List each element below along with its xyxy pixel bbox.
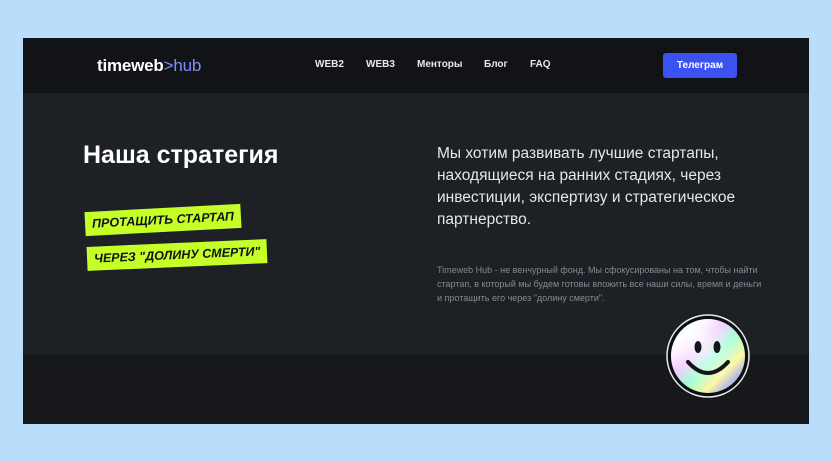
lead-text: Мы хотим развивать лучшие стартапы, нахо… — [437, 145, 736, 228]
page-title: Наша стратегия — [83, 141, 279, 169]
logo-secondary: hub — [173, 56, 202, 75]
logo-separator: > — [163, 56, 174, 75]
logo[interactable]: timeweb>hub — [97, 56, 201, 76]
nav-link-web2[interactable]: WEB2 — [315, 59, 344, 70]
strategy-tag-2: ЧЕРЕЗ "ДОЛИНУ СМЕРТИ" — [86, 239, 268, 271]
description-text: Timeweb Hub - не венчурный фонд. Мы сфок… — [437, 265, 762, 303]
holographic-smiley-icon — [666, 314, 750, 398]
logo-primary: timeweb — [97, 56, 164, 75]
nav-link-web3[interactable]: WEB3 — [366, 59, 395, 70]
nav-link-mentors[interactable]: Менторы — [417, 59, 462, 70]
nav-link-blog[interactable]: Блог — [484, 59, 508, 70]
page-frame: timeweb>hub WEB2 WEB3 Менторы Блог FAQ Т… — [23, 38, 809, 424]
site-header: timeweb>hub WEB2 WEB3 Менторы Блог FAQ Т… — [23, 38, 809, 93]
telegram-button[interactable]: Телеграм — [663, 53, 737, 78]
strategy-tag-1: ПРОТАЩИТЬ СТАРТАП — [84, 203, 242, 237]
nav-link-faq[interactable]: FAQ — [530, 59, 551, 70]
